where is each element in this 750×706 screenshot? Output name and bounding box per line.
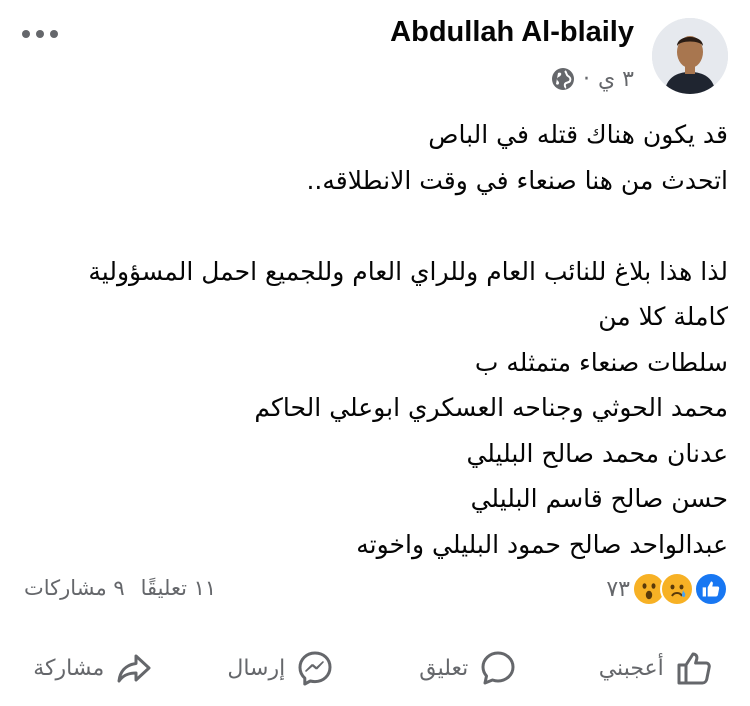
post-line: كاملة كلا من (598, 302, 728, 331)
messenger-icon (298, 651, 332, 686)
comments-count[interactable]: ١١ تعليقًا (141, 576, 217, 600)
share-label: مشاركة (33, 655, 105, 681)
like-button[interactable]: أعجبني (563, 630, 750, 706)
send-label: إرسال (227, 655, 286, 681)
comment-button[interactable]: تعليق (375, 630, 563, 706)
post-line: سلطات صنعاء متمثله ب (474, 347, 728, 377)
post-line: لذا هذا بلاغ للنائب العام وللراي العام و… (88, 256, 728, 286)
post-line: عبدالواحد صالح حمود البليلي واخوته (356, 529, 728, 559)
post-time[interactable]: ٣ ي (598, 67, 634, 92)
meta-separator: · (582, 66, 590, 92)
avatar[interactable] (652, 18, 728, 94)
share-icon (117, 654, 151, 683)
author-name[interactable]: Abdullah Al-blaily (390, 16, 634, 49)
engagement-counts: ١١ تعليقًا ٩ مشاركات (24, 576, 216, 600)
action-bar: أعجبني تعليق إرسال مشاركة (0, 630, 750, 706)
avatar-photo (652, 18, 728, 94)
reactions-summary[interactable]: ٧٣ (606, 572, 728, 606)
post-line: محمد الحوثي وجناحه العسكري ابوعلي الحاكم (254, 393, 728, 422)
reaction-count: ٧٣ (606, 576, 630, 602)
post-line (20, 203, 728, 249)
post-stats: ٧٣ ١١ تعليقًا ٩ مشاركات (0, 566, 750, 614)
more-dot-icon (50, 30, 58, 38)
share-button[interactable]: مشاركة (0, 630, 188, 706)
post-header: Abdullah Al-blaily ٣ ي · (0, 0, 750, 110)
sad-icon (660, 572, 694, 606)
post-line: قد يكون هناك قتله في الباص (428, 120, 728, 149)
more-options-button[interactable] (20, 22, 60, 46)
comment-label: تعليق (419, 655, 469, 681)
like-label: أعجبني (598, 655, 664, 681)
globe-icon (551, 68, 574, 90)
comment-icon (481, 651, 515, 685)
more-dot-icon (36, 30, 44, 38)
post-line: اتحدث من هنا صنعاء في وقت الانطلاقه.. (306, 165, 728, 195)
more-dot-icon (22, 30, 30, 38)
post-line: عدنان محمد صالح البليلي (466, 438, 728, 468)
send-button[interactable]: إرسال (188, 630, 376, 706)
like-icon (694, 572, 728, 606)
thumbs-up-icon (677, 652, 711, 685)
post-meta: ٣ ي · (551, 64, 634, 94)
post-body: قد يكون هناك قتله في الباص اتحدث من هنا … (20, 112, 728, 567)
shares-count[interactable]: ٩ مشاركات (24, 576, 125, 600)
post-line: حسن صالح قاسم البليلي (470, 484, 728, 513)
